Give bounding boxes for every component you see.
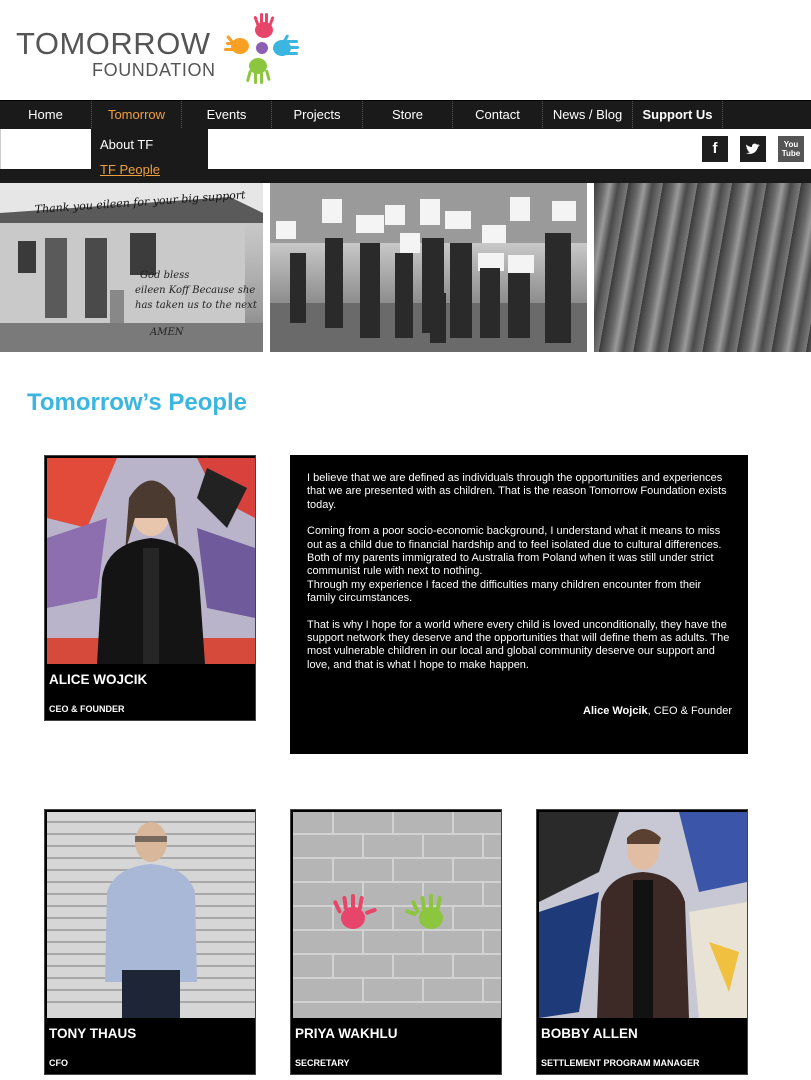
person-card[interactable]: BOBBY ALLEN SETTLEMENT PROGRAM MANAGER xyxy=(536,809,748,1075)
tomorrow-dropdown-menu: About TF TF People xyxy=(91,129,208,181)
person-role: CEO & FOUNDER xyxy=(49,704,125,714)
quote-signature-name: Alice Wojcik xyxy=(583,705,648,717)
site-logo[interactable]: TOMORROW FOUNDATION xyxy=(16,10,316,95)
nav-tomorrow[interactable]: Tomorrow xyxy=(92,101,182,130)
banner-sign-text-5: AMEN xyxy=(149,327,185,338)
quote-signature-role: , CEO & Founder xyxy=(647,705,732,717)
hands-logo-icon xyxy=(224,13,299,84)
quote-paragraph: Coming from a poor socio-economic backgr… xyxy=(307,525,732,605)
person-role: SETTLEMENT PROGRAM MANAGER xyxy=(541,1058,700,1068)
person-name: BOBBY ALLEN xyxy=(541,1026,638,1041)
person-photo xyxy=(47,812,255,1018)
youtube-icon[interactable]: You Tube xyxy=(778,136,804,162)
quote-text: Through my experience I faced the diffic… xyxy=(307,578,702,605)
nav-store[interactable]: Store xyxy=(363,101,453,130)
banner-sign-text-3: eileen Koff Because she xyxy=(135,285,255,296)
twitter-icon[interactable] xyxy=(740,136,766,162)
dropdown-item-tf-people[interactable]: TF People xyxy=(100,162,160,177)
person-card[interactable]: ALICE WOJCIK CEO & FOUNDER xyxy=(44,455,256,721)
person-name: ALICE WOJCIK xyxy=(49,672,148,687)
person-card[interactable]: PRIYA WAKHLU SECRETARY xyxy=(290,809,502,1075)
banner-photo-building: Thank you eileen for your big support Go… xyxy=(0,183,263,352)
quote-text: Coming from a poor socio-economic backgr… xyxy=(307,525,722,578)
nav-support-us[interactable]: Support Us xyxy=(633,101,723,130)
banner-sign-text-2: God bless xyxy=(140,270,189,281)
main-nav: Home Tomorrow Events Projects Store Cont… xyxy=(0,100,811,130)
dropdown-item-about-tf[interactable]: About TF xyxy=(100,137,153,152)
logo-subtitle: FOUNDATION xyxy=(92,60,216,80)
nav-projects[interactable]: Projects xyxy=(272,101,363,130)
person-name: PRIYA WAKHLU xyxy=(295,1026,398,1041)
quote-signature: Alice Wojcik, CEO & Founder xyxy=(583,705,732,718)
person-photo xyxy=(47,458,255,664)
banner-sign-text-4: has taken us to the next xyxy=(135,300,258,311)
page-title: Tomorrow’s People xyxy=(27,389,248,416)
site-header: TOMORROW FOUNDATION xyxy=(0,0,811,100)
nav-news-blog[interactable]: News / Blog xyxy=(543,101,633,130)
nav-contact[interactable]: Contact xyxy=(453,101,543,130)
person-photo xyxy=(293,812,501,1018)
nav-home[interactable]: Home xyxy=(0,101,92,130)
founder-quote: I believe that we are defined as individ… xyxy=(290,455,748,754)
banner-photo-children xyxy=(270,183,587,352)
person-photo xyxy=(539,812,747,1018)
person-name: TONY THAUS xyxy=(49,1026,137,1041)
facebook-icon[interactable]: f xyxy=(702,136,728,162)
quote-paragraph: I believe that we are defined as individ… xyxy=(307,472,727,511)
banner-photo-plantation xyxy=(594,183,811,352)
person-role: SECRETARY xyxy=(295,1058,350,1068)
nav-events[interactable]: Events xyxy=(182,101,272,130)
person-card[interactable]: TONY THAUS CFO xyxy=(44,809,256,1075)
logo-title: TOMORROW xyxy=(16,26,211,61)
person-role: CFO xyxy=(49,1058,68,1068)
quote-paragraph: That is why I hope for a world where eve… xyxy=(307,618,730,671)
